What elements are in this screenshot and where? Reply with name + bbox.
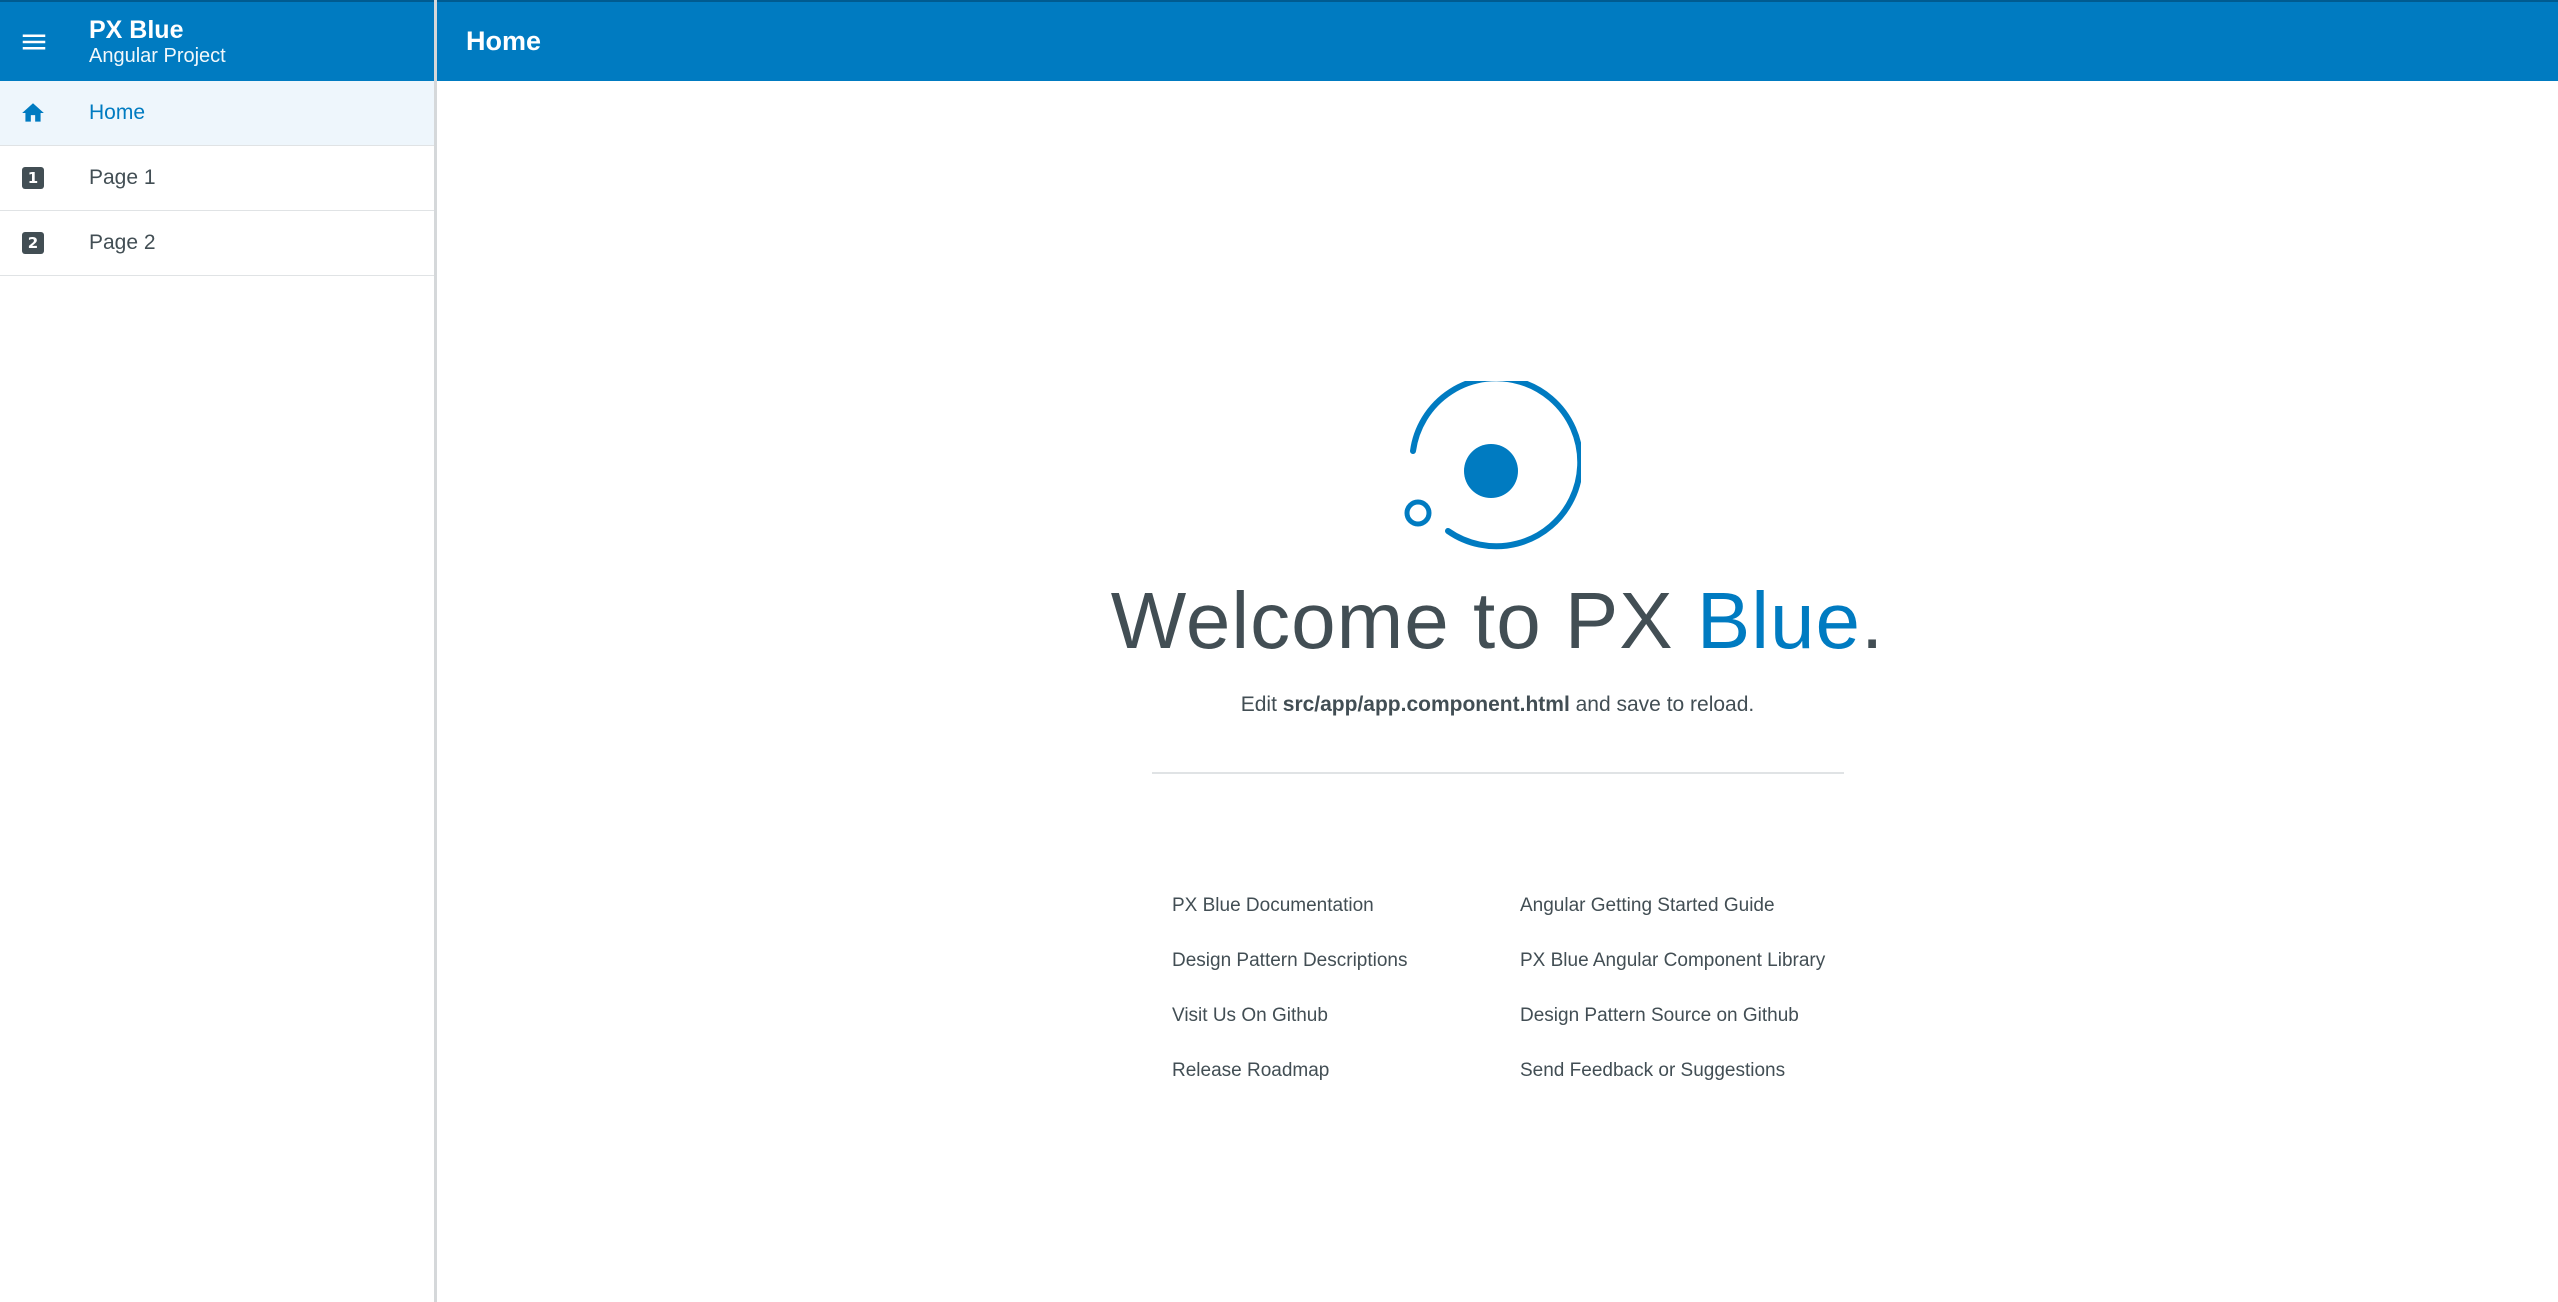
app-subtitle: Angular Project [89, 45, 226, 67]
app-title: PX Blue [89, 16, 184, 44]
looks-one-icon: 1 [20, 165, 46, 191]
link-design-pattern-descriptions[interactable]: Design Pattern Descriptions [1172, 950, 1408, 972]
sidebar-item-home[interactable]: Home [0, 81, 434, 146]
edit-instructions: Edit src/app/app.component.html and save… [1240, 693, 1755, 716]
page-title: Home [466, 26, 542, 56]
px-blue-logo [1404, 381, 1581, 550]
welcome-heading: Welcome to PX Blue. [1110, 576, 1885, 665]
link-release-roadmap[interactable]: Release Roadmap [1172, 1060, 1329, 1082]
sidebar-item-page-2[interactable]: 2 Page 2 [0, 211, 434, 276]
link-design-pattern-source[interactable]: Design Pattern Source on Github [1520, 1005, 1799, 1027]
link-send-feedback[interactable]: Send Feedback or Suggestions [1520, 1060, 1785, 1082]
menu-button[interactable] [14, 22, 54, 62]
divider [1152, 772, 1844, 774]
app-toolbar: Home [437, 0, 2558, 81]
main-content: Welcome to PX Blue. Edit src/app/app.com… [437, 81, 2558, 1302]
link-visit-github[interactable]: Visit Us On Github [1172, 1005, 1328, 1027]
home-icon [20, 100, 46, 126]
link-component-library[interactable]: PX Blue Angular Component Library [1520, 950, 1825, 972]
sidebar-item-label: Page 2 [89, 231, 156, 254]
sidebar-item-label: Home [89, 101, 146, 124]
navigation-drawer: PX Blue Angular Project Home 1 Page 1 2 … [0, 0, 437, 1302]
sidebar-item-label: Page 1 [89, 166, 156, 189]
link-angular-getting-started[interactable]: Angular Getting Started Guide [1520, 895, 1775, 917]
file-path: src/app/app.component.html [1282, 693, 1570, 716]
sidebar-item-page-1[interactable]: 1 Page 1 [0, 146, 434, 211]
drawer-header: PX Blue Angular Project [0, 0, 434, 81]
looks-two-icon: 2 [20, 230, 46, 256]
menu-icon [22, 34, 46, 50]
link-px-blue-documentation[interactable]: PX Blue Documentation [1172, 895, 1374, 917]
